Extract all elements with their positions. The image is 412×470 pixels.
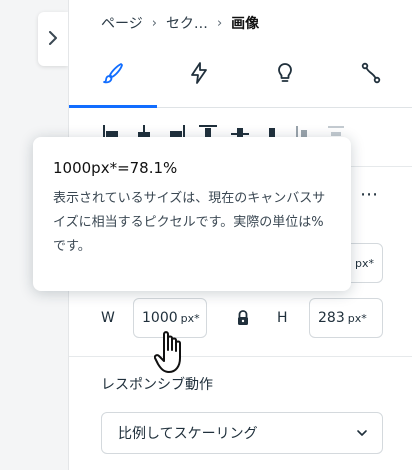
tab-tips[interactable] <box>268 58 302 92</box>
more-options-button[interactable]: ⋯ <box>357 186 381 210</box>
breadcrumb: ページ › セク… › 画像 <box>101 12 259 34</box>
tooltip-body: 表示されているサイズは、現在のキャンバスサイズに相当するピクセルです。実際の単位… <box>53 191 326 254</box>
width-value: 1000 <box>142 310 178 326</box>
width-unit: px* <box>180 311 200 325</box>
tab-design[interactable] <box>96 58 130 92</box>
lock-icon[interactable] <box>235 309 251 327</box>
size-row: W 1000 px* H 283 px* <box>69 298 412 338</box>
height-label: H <box>277 310 288 326</box>
tab-connect[interactable] <box>354 58 388 92</box>
responsive-behavior-label: レスポンシブ動作 <box>101 377 213 393</box>
active-tab-indicator <box>69 105 157 108</box>
brush-icon <box>101 61 125 89</box>
section-divider <box>69 356 412 357</box>
chevron-right-icon <box>47 30 59 49</box>
tooltip-title: 1000px*=78.1% <box>53 159 178 177</box>
expand-panel-button[interactable] <box>38 12 68 66</box>
height-value: 283 <box>318 310 345 326</box>
lightning-icon <box>187 61 211 89</box>
connector-icon <box>359 61 383 89</box>
unit-label: px* <box>355 256 374 270</box>
breadcrumb-separator: › <box>151 15 157 31</box>
responsive-behavior-value: 比例してスケーリング <box>118 426 258 442</box>
lightbulb-icon <box>273 61 297 89</box>
tab-interactions[interactable] <box>182 58 216 92</box>
responsive-behavior-dropdown[interactable]: 比例してスケーリング <box>101 412 383 454</box>
width-label: W <box>101 310 115 326</box>
chevron-down-icon <box>356 427 368 439</box>
breadcrumb-page[interactable]: ページ <box>101 13 143 33</box>
height-unit: px* <box>347 311 367 325</box>
size-tooltip: 1000px*=78.1% 表示されているサイズは、現在のキャンバスサイズに相当… <box>33 137 351 291</box>
hand-cursor-icon <box>153 328 196 376</box>
breadcrumb-separator: › <box>216 15 223 31</box>
breadcrumb-current: 画像 <box>231 16 260 32</box>
height-input[interactable]: 283 px* <box>309 298 383 338</box>
tab-bar <box>69 44 412 108</box>
breadcrumb-section[interactable]: セク… <box>166 13 208 33</box>
